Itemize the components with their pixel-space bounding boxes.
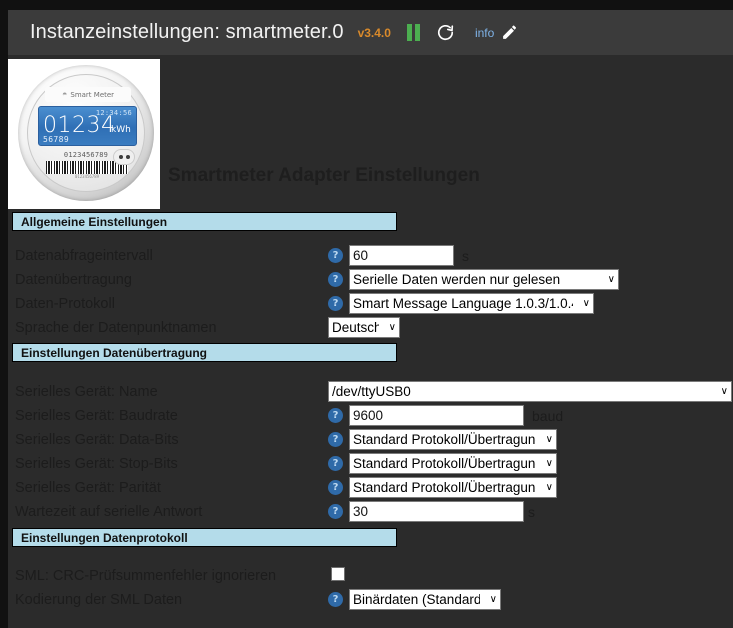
select-datenuebertragung[interactable]: Serielle Daten werden nur gelesen ∨ [349, 269, 619, 290]
lcd-subvalue: 56789 [43, 135, 70, 144]
row-datenuebertragung: Datenübertragung ? Serielle Daten werden… [12, 269, 730, 292]
unit-baudrate: baud [532, 408, 564, 424]
wifi-icon: ◓ [61, 89, 68, 99]
lcd-value: 01234 [43, 113, 116, 138]
row-datenabfrageintervall: Datenabfrageintervall ? 60 s [12, 245, 730, 268]
label-datenabfrageintervall: Datenabfrageintervall [15, 248, 153, 264]
help-icon-paritaet[interactable]: ? [328, 480, 343, 495]
row-daten-protokoll: Daten-Protokoll ? Smart Message Language… [12, 293, 730, 316]
input-baudrate[interactable]: 9600 [349, 405, 524, 426]
chevron-down-icon: ∨ [545, 457, 553, 469]
label-wartezeit: Wartezeit auf serielle Antwort [15, 504, 203, 520]
chevron-down-icon: ∨ [545, 481, 553, 493]
meter-brand: ◓ Smart Meter [45, 87, 131, 102]
help-icon-kodierung-sml[interactable]: ? [328, 592, 343, 607]
select-daten-protokoll-value: Smart Message Language 1.0.3/1.0.4 [353, 296, 573, 311]
row-crc-ignorieren: SML: CRC-Prüfsummenfehler ignorieren [12, 565, 730, 588]
checkbox-crc-ignorieren[interactable] [331, 567, 345, 581]
chevron-down-icon: ∨ [545, 433, 553, 445]
settings-content: ◓ Smart Meter 12:34:56 01234 kWh 56789 0… [8, 55, 733, 628]
select-data-bits-value: Standard Protokoll/Übertragung [353, 432, 536, 447]
help-icon-data-bits[interactable]: ? [328, 432, 343, 447]
row-wartezeit: Wartezeit auf serielle Antwort ? 30 s [12, 501, 730, 524]
select-serielles-geraet-name[interactable]: /dev/ttyUSB0 ∨ [328, 381, 732, 402]
help-icon-datenabfrageintervall[interactable]: ? [328, 248, 343, 263]
page-title: Instanzeinstellungen: smartmeter.0 [30, 21, 344, 43]
row-data-bits: Serielles Gerät: Data-Bits ? Standard Pr… [12, 429, 730, 452]
meter-lcd-display: 12:34:56 01234 kWh 56789 [38, 106, 137, 146]
chevron-down-icon: ∨ [489, 593, 497, 605]
label-paritaet: Serielles Gerät: Parität [15, 480, 161, 496]
select-stop-bits-value: Standard Protokoll/Übertragung [353, 456, 536, 471]
label-data-bits: Serielles Gerät: Data-Bits [15, 432, 179, 448]
row-paritaet: Serielles Gerät: Parität ? Standard Prot… [12, 477, 730, 500]
barcode-text: 0123456789 [74, 174, 100, 179]
select-sprache-value: Deutsch [332, 320, 379, 335]
row-stop-bits: Serielles Gerät: Stop-Bits ? Standard Pr… [12, 453, 730, 476]
meter-brand-label: Smart Meter [70, 90, 115, 99]
unit-datenabfrageintervall: s [462, 248, 469, 264]
select-data-bits[interactable]: Standard Protokoll/Übertragung ∨ [349, 429, 557, 450]
label-serielles-geraet-name: Serielles Gerät: Name [15, 384, 158, 400]
help-icon-baudrate[interactable]: ? [328, 408, 343, 423]
section-header-datenuebertragung: Einstellungen Datenübertragung [12, 343, 397, 362]
settings-heading: Smartmeter Adapter Einstellungen [168, 165, 480, 186]
row-serielles-geraet-name: Serielles Gerät: Name /dev/ttyUSB0 ∨ [12, 381, 732, 404]
titlebar: Instanzeinstellungen: smartmeter.0 v3.4.… [8, 10, 733, 55]
row-sprache-datenpunktnamen: Sprache der Datenpunktnamen Deutsch ∨ [12, 317, 730, 340]
smartmeter-logo: ◓ Smart Meter 12:34:56 01234 kWh 56789 0… [8, 59, 160, 209]
pencil-icon[interactable] [501, 24, 518, 41]
input-wartezeit[interactable]: 30 [349, 501, 524, 522]
label-stop-bits: Serielles Gerät: Stop-Bits [15, 456, 178, 472]
refresh-icon[interactable] [436, 23, 455, 42]
lcd-unit: kWh [111, 125, 131, 135]
chevron-down-icon: ∨ [607, 273, 615, 285]
select-serielles-geraet-name-value: /dev/ttyUSB0 [332, 384, 411, 399]
chevron-down-icon: ∨ [388, 321, 396, 333]
help-icon-stop-bits[interactable]: ? [328, 456, 343, 471]
version-label: v3.4.0 [357, 25, 391, 40]
instance-settings-page: Instanzeinstellungen: smartmeter.0 v3.4.… [0, 0, 733, 628]
info-link[interactable]: info [475, 26, 494, 40]
unit-wartezeit: s [528, 504, 535, 520]
chevron-down-icon: ∨ [720, 385, 728, 397]
label-kodierung-sml: Kodierung der SML Daten [15, 592, 183, 608]
select-stop-bits[interactable]: Standard Protokoll/Übertragung ∨ [349, 453, 557, 474]
label-crc-ignorieren: SML: CRC-Prüfsummenfehler ignorieren [15, 568, 277, 584]
select-paritaet-value: Standard Protokoll/Übertragung [353, 480, 536, 495]
select-paritaet[interactable]: Standard Protokoll/Übertragung ∨ [349, 477, 557, 498]
label-sprache-datenpunktnamen: Sprache der Datenpunktnamen [15, 320, 217, 336]
help-icon-datenuebertragung[interactable]: ? [328, 272, 343, 287]
chevron-down-icon: ∨ [582, 297, 590, 309]
row-kodierung-sml: Kodierung der SML Daten ? Binärdaten (St… [12, 589, 730, 612]
select-sprache-datenpunktnamen[interactable]: Deutsch ∨ [328, 317, 400, 338]
help-icon-daten-protokoll[interactable]: ? [328, 296, 343, 311]
select-datenuebertragung-value: Serielle Daten werden nur gelesen [353, 272, 561, 287]
select-daten-protokoll[interactable]: Smart Message Language 1.0.3/1.0.4 ∨ [349, 293, 594, 314]
select-kodierung-sml-value: Binärdaten (Standard) [353, 592, 480, 607]
label-daten-protokoll: Daten-Protokoll [15, 296, 115, 312]
section-header-datenprotokoll: Einstellungen Datenprotokoll [12, 528, 397, 547]
input-datenabfrageintervall[interactable]: 60 [349, 245, 454, 266]
help-icon-wartezeit[interactable]: ? [328, 504, 343, 519]
section-header-allgemeine: Allgemeine Einstellungen [12, 212, 397, 231]
select-kodierung-sml[interactable]: Binärdaten (Standard) ∨ [349, 589, 501, 610]
row-baudrate: Serielles Gerät: Baudrate ? 9600 baud [12, 405, 730, 428]
pause-icon[interactable] [406, 24, 420, 41]
meter-led-indicators [113, 149, 135, 165]
label-baudrate: Serielles Gerät: Baudrate [15, 408, 178, 424]
label-datenuebertragung: Datenübertragung [15, 272, 132, 288]
